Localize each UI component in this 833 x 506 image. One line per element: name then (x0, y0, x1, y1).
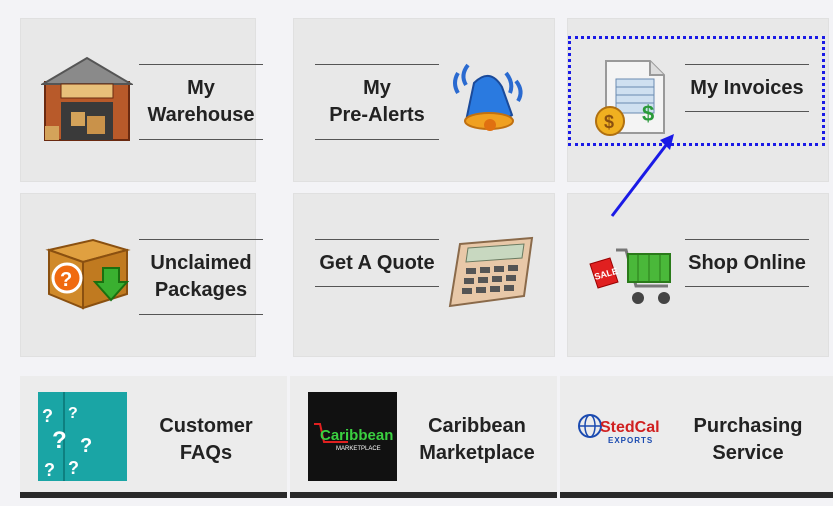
tile-purchasing-service[interactable]: StedCal EXPORTS Purchasing Service (560, 376, 833, 498)
annotation-arrow (610, 134, 674, 217)
tile-label: Shop Online (685, 239, 809, 287)
label-line1: Customer (159, 415, 253, 437)
label-line2: Packages (154, 279, 248, 301)
svg-text:StedCal: StedCal (600, 419, 660, 436)
tile-my-warehouse[interactable]: My Warehouse (20, 18, 263, 182)
label-line1: Get A Quote (319, 251, 435, 274)
label-line1: Unclaimed (150, 252, 252, 274)
label-line1: Caribbean (428, 415, 526, 437)
label-line1: My (187, 77, 215, 99)
svg-text:?: ? (68, 405, 78, 422)
svg-text:?: ? (42, 406, 53, 426)
tile-bottom-bar (560, 492, 833, 498)
tile-label: Purchasing Service (688, 413, 808, 467)
label-line2: Marketplace (419, 442, 535, 464)
tile-get-a-quote[interactable]: Get A Quote (293, 193, 555, 357)
calculator-icon (446, 234, 538, 317)
svg-text:?: ? (80, 435, 92, 457)
svg-text:?: ? (68, 458, 79, 478)
package-icon: ? (43, 228, 133, 317)
svg-text:?: ? (44, 460, 55, 480)
label-line1: My (363, 77, 391, 99)
tile-label: Customer FAQs (146, 413, 266, 467)
label-line2: FAQs (179, 442, 233, 464)
faq-image: ? ? ? ? ? ? (38, 392, 127, 481)
tile-my-pre-alerts[interactable]: My Pre-Alerts (293, 18, 555, 182)
svg-text:?: ? (52, 427, 67, 454)
svg-text:Caribbean: Caribbean (320, 427, 393, 444)
label-line2: Service (712, 442, 784, 464)
stedcal-exports-logo: StedCal EXPORTS (578, 410, 670, 450)
tile-customer-faqs[interactable]: ? ? ? ? ? ? Customer FAQs (20, 376, 287, 498)
svg-text:MARKETPLACE: MARKETPLACE (336, 446, 381, 452)
label-line1: Purchasing (693, 415, 803, 437)
bell-icon (446, 53, 536, 148)
label-line1: Shop Online (688, 251, 806, 274)
tile-label: Get A Quote (315, 239, 439, 287)
svg-text:?: ? (60, 269, 72, 291)
tile-label: My Warehouse (139, 64, 263, 140)
tile-caribbean-marketplace[interactable]: Caribbean MARKETPLACE Caribbean Marketpl… (290, 376, 557, 498)
tile-label: My Pre-Alerts (315, 64, 439, 140)
caribbean-marketplace-logo: Caribbean MARKETPLACE (308, 392, 397, 481)
shopping-cart-icon: SALE (588, 236, 678, 319)
tile-unclaimed-packages[interactable]: ? Unclaimed Packages (20, 193, 263, 357)
tile-bottom-bar (20, 492, 287, 498)
tile-label: Caribbean Marketplace (412, 413, 542, 467)
warehouse-icon (39, 54, 135, 149)
tile-label: Unclaimed Packages (139, 239, 263, 315)
label-line2: Pre-Alerts (329, 104, 425, 126)
svg-text:EXPORTS: EXPORTS (608, 436, 653, 445)
tile-bottom-bar (290, 492, 557, 498)
label-line2: Warehouse (147, 104, 255, 126)
